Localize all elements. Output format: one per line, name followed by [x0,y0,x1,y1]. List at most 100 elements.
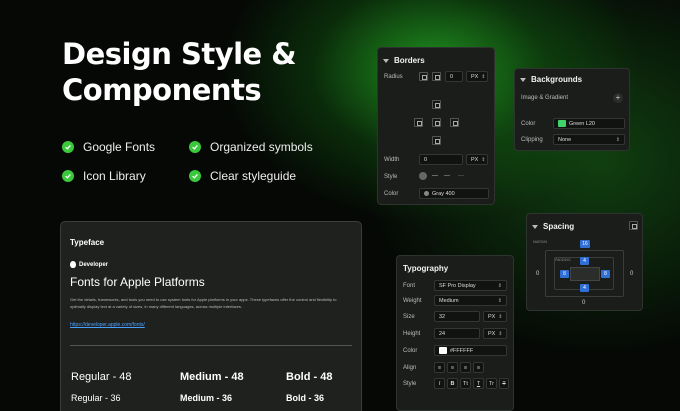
height-input[interactable]: 24 [434,328,480,339]
check-icon [62,141,74,153]
align-left-icon[interactable]: ≡ [434,362,445,373]
height-unit-select[interactable]: PX ⇕ [483,328,507,339]
italic-button[interactable]: I [434,378,445,389]
transform-button[interactable]: Tr [486,378,497,389]
border-color-value: Gray 400 [432,190,455,197]
hero-title: Design Style & Components [62,36,297,108]
borders-title: Borders [394,56,425,65]
weight-value: Medium [439,297,459,304]
size-unit-select[interactable]: PX ⇕ [483,311,507,322]
developer-badge: Developer [70,261,108,268]
hero-title-line2: Components [62,73,262,107]
text-color-field[interactable]: #FFFFFF [434,345,507,356]
backgrounds-title: Backgrounds [531,75,583,84]
check-icon [189,170,201,182]
feature-item: Google Fonts [62,140,155,154]
developer-label: Developer [79,261,109,268]
padding-right-value[interactable]: 8 [601,270,610,278]
radius-input[interactable]: 0 [445,71,463,82]
style-dashed-option[interactable]: --- [444,173,450,179]
align-right-icon[interactable]: ≡ [460,362,471,373]
medium-48-sample: Medium - 48 [180,371,244,383]
style-none-icon[interactable] [419,172,427,180]
typeface-paragraph: Get the details, frameworks, and tools y… [70,297,337,309]
check-icon [62,170,74,182]
typography-header[interactable]: Typography [403,264,448,273]
feature-label: Clear styleguide [210,169,297,183]
apple-logo-icon [70,261,76,268]
feature-label: Organized symbols [210,140,313,154]
border-bottom-icon[interactable] [432,136,441,145]
updown-icon: ⇕ [481,156,486,163]
width-label: Width [384,157,400,163]
underline-button[interactable]: T [473,378,484,389]
radius-all-icon[interactable] [419,72,428,81]
font-select[interactable]: SF Pro Display ⇕ [434,280,507,291]
bg-color-field[interactable]: Green L20 [553,118,625,129]
border-color-field[interactable]: Gray 400 [419,188,489,199]
text-style-label: Style [403,381,417,387]
size-label: Size [403,314,415,320]
bg-color-label: Color [521,121,536,127]
padding-left-value[interactable]: 8 [560,270,569,278]
radius-individual-icon[interactable] [432,72,441,81]
bold-48-sample: Bold - 48 [286,371,333,383]
clipping-select[interactable]: None ⇕ [553,134,625,145]
style-dotted-option[interactable]: ··· [458,173,464,179]
radius-label: Radius [384,74,403,80]
feature-item: Organized symbols [189,140,313,154]
strikethrough-button[interactable]: T [499,378,509,389]
width-unit-select[interactable]: PX ⇕ [466,154,488,165]
size-input[interactable]: 32 [434,311,480,322]
divider [70,345,352,346]
backgrounds-panel: Backgrounds Image & Gradient + Color Gre… [514,68,630,151]
color-swatch [558,120,566,127]
bold-button[interactable]: B [447,378,458,389]
case-button[interactable]: Tt [460,378,471,389]
medium-36-sample: Medium - 36 [180,393,233,403]
height-unit: PX [488,330,496,337]
borders-header[interactable]: Borders [383,56,425,65]
margin-top-value[interactable]: 16 [580,240,590,248]
spacing-header[interactable]: Spacing [532,222,574,231]
content-box [570,267,600,281]
backgrounds-header[interactable]: Backgrounds [520,75,582,84]
radius-unit-select[interactable]: PX ⇕ [466,71,488,82]
padding-bottom-value[interactable]: 4 [580,284,589,292]
align-justify-icon[interactable]: ≡ [473,362,484,373]
color-swatch [424,191,429,196]
feature-label: Google Fonts [83,140,156,154]
spacing-mode-icon[interactable] [629,221,638,230]
border-left-icon[interactable] [414,118,423,127]
size-unit: PX [488,313,496,320]
typography-panel: Typography Font SF Pro Display ⇕ Weight M… [396,255,514,411]
spacing-panel: Spacing MARGIN PADDING 16 0 0 0 4 8 8 4 [526,213,643,311]
margin-right-value[interactable]: 0 [630,271,633,277]
width-unit: PX [471,156,479,163]
apple-fonts-link[interactable]: https://developer.apple.com/fonts/ [70,322,145,328]
bg-color-value: Green L20 [569,120,595,127]
weight-select[interactable]: Medium ⇕ [434,295,507,306]
border-top-icon[interactable] [432,100,441,109]
clipping-label: Clipping [521,137,543,143]
borders-panel: Borders Radius 0 PX ⇕ Width 0 PX ⇕ Style —… [377,47,495,205]
hero-title-line1: Design Style & [62,37,297,71]
padding-top-value[interactable]: 4 [580,257,589,265]
margin-bottom-value[interactable]: 0 [582,300,585,306]
style-solid-option[interactable]: — [432,173,438,179]
weight-label: Weight [403,298,422,304]
align-center-icon[interactable]: ≡ [447,362,458,373]
typeface-heading: Fonts for Apple Platforms [70,275,205,289]
border-all-icon[interactable] [432,118,441,127]
width-input[interactable]: 0 [419,154,463,165]
text-color-value: #FFFFFF [450,347,474,354]
margin-label: MARGIN [533,240,547,244]
text-color-label: Color [403,348,418,354]
clipping-value: None [558,136,572,143]
collapse-triangle-icon [532,224,538,229]
margin-left-value[interactable]: 0 [536,271,539,277]
plus-icon[interactable]: + [613,93,623,103]
border-right-icon[interactable] [450,118,459,127]
feature-item: Icon Library [62,169,146,183]
font-label: Font [403,283,416,289]
